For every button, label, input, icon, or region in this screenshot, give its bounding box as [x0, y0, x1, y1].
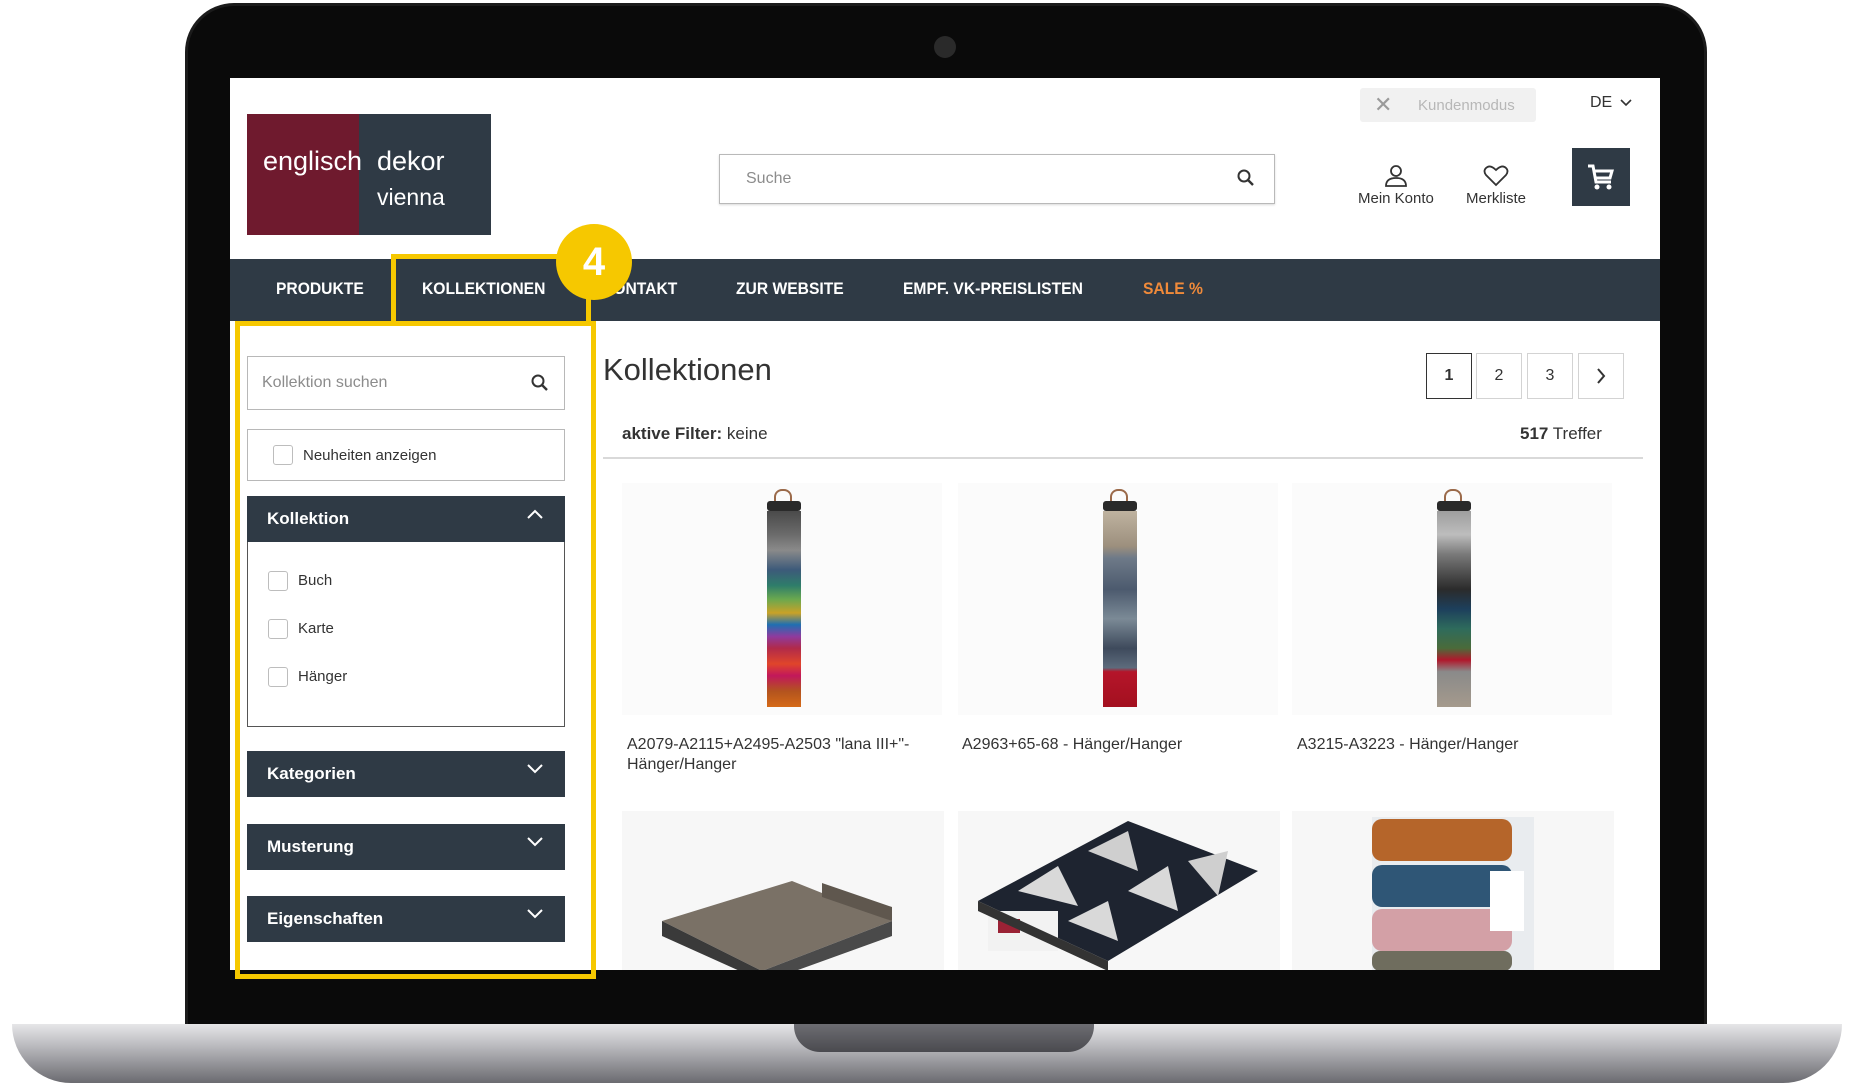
divider — [603, 457, 1643, 459]
hits-label: Treffer — [1552, 424, 1602, 443]
site-logo[interactable]: englisch dekor vienna — [247, 114, 491, 235]
account-label: Mein Konto — [1358, 190, 1434, 207]
chevron-right-icon — [1597, 368, 1606, 384]
logo-word-2: dekor — [377, 146, 445, 176]
account-link[interactable]: Mein Konto — [1358, 164, 1434, 207]
logo-word-3: vienna — [377, 184, 445, 210]
product-card[interactable] — [958, 811, 1280, 970]
product-image — [1372, 817, 1534, 970]
highlight-filter-sidebar — [235, 321, 596, 979]
product-image — [767, 501, 801, 707]
product-image — [1437, 501, 1471, 707]
product-card[interactable] — [1292, 483, 1612, 715]
nav-item-zur-website[interactable]: ZUR WEBSITE — [736, 279, 844, 299]
search-input[interactable]: Suche — [746, 170, 791, 188]
product-caption[interactable]: A3215-A3223 - Hänger/Hanger — [1297, 735, 1597, 755]
page-title: Kollektionen — [603, 352, 772, 387]
hits-count: 517 Treffer — [1520, 424, 1602, 444]
active-filters-value: keine — [726, 424, 768, 443]
step-badge: 4 — [556, 224, 632, 300]
active-filters: aktive Filter: keine — [622, 424, 768, 444]
product-caption[interactable]: A2079-A2115+A2495-A2503 "lana III+"- Hän… — [627, 735, 927, 775]
wishlist-link[interactable]: Merkliste — [1466, 164, 1526, 207]
close-icon[interactable]: ✕ — [1374, 92, 1392, 118]
hits-number: 517 — [1520, 424, 1549, 443]
nav-item-produkte[interactable]: PRODUKTE — [276, 279, 364, 299]
pagination-next-button[interactable] — [1578, 353, 1624, 399]
product-card[interactable] — [1292, 811, 1614, 970]
product-image — [978, 821, 1258, 970]
heart-icon — [1483, 165, 1509, 187]
product-card[interactable] — [958, 483, 1278, 715]
product-card[interactable] — [622, 811, 944, 970]
logo-word-1: englisch — [263, 146, 363, 176]
product-caption[interactable]: A2963+65-68 - Hänger/Hanger — [962, 735, 1262, 755]
wishlist-label: Merkliste — [1466, 190, 1527, 207]
pagination-page-2[interactable]: 2 — [1476, 353, 1522, 399]
cart-icon — [1588, 164, 1614, 190]
cart-button[interactable] — [1572, 148, 1630, 206]
product-image — [662, 881, 892, 970]
chevron-down-icon — [1620, 99, 1632, 107]
search-field[interactable]: Suche — [719, 154, 1275, 204]
user-icon — [1385, 165, 1407, 187]
language-label: DE — [1590, 94, 1613, 111]
nav-item-preislisten[interactable]: EMPF. VK-PREISLISTEN — [903, 279, 1083, 299]
laptop-notch — [794, 1024, 1094, 1052]
product-image — [1103, 501, 1137, 707]
pagination-page-3[interactable]: 3 — [1527, 353, 1573, 399]
kundenmodus-label: Kundenmodus — [1418, 97, 1515, 114]
site-header: englisch dekor vienna ✕ Kundenmodus DE S… — [230, 78, 1660, 258]
search-icon[interactable] — [1236, 168, 1256, 188]
kundenmodus-toggle[interactable]: ✕ Kundenmodus — [1360, 88, 1536, 122]
pagination-page-1[interactable]: 1 — [1426, 353, 1472, 399]
language-selector[interactable]: DE — [1590, 94, 1632, 112]
product-card[interactable] — [622, 483, 942, 715]
nav-item-sale[interactable]: SALE % — [1143, 279, 1203, 299]
active-filters-label: aktive Filter: — [622, 424, 723, 443]
camera-dot — [934, 36, 956, 58]
